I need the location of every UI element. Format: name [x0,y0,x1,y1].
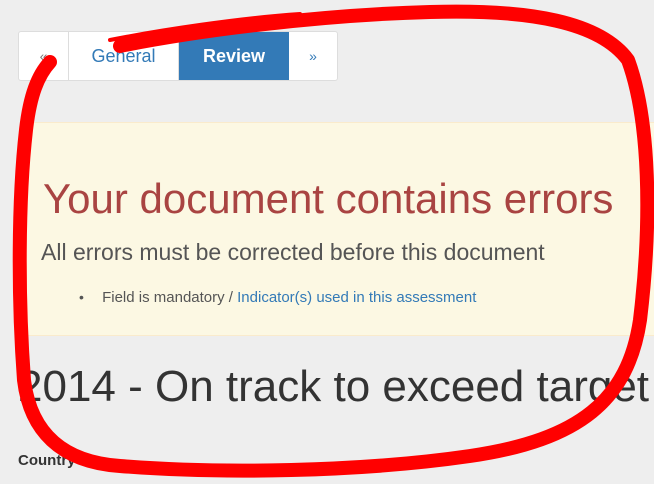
page-heading: 2014 - On track to exceed target [18,362,650,411]
previous-page-button[interactable]: « [19,32,69,80]
error-list: Field is mandatory / Indicator(s) used i… [79,289,476,306]
error-list-item: Field is mandatory / Indicator(s) used i… [79,289,476,306]
pagination: « General Review » [18,31,338,81]
error-field-link[interactable]: Indicator(s) used in this assessment [237,289,476,306]
next-page-button[interactable]: » [289,32,337,80]
tab-review[interactable]: Review [179,32,289,80]
alert-message: All errors must be corrected before this… [41,239,545,265]
alert-title: Your document contains errors [43,175,614,222]
country-label: Country [18,452,76,469]
error-field-text: Field is mandatory / [102,289,238,306]
error-alert: Your document contains errors All errors… [20,122,654,336]
tab-general[interactable]: General [69,32,179,80]
